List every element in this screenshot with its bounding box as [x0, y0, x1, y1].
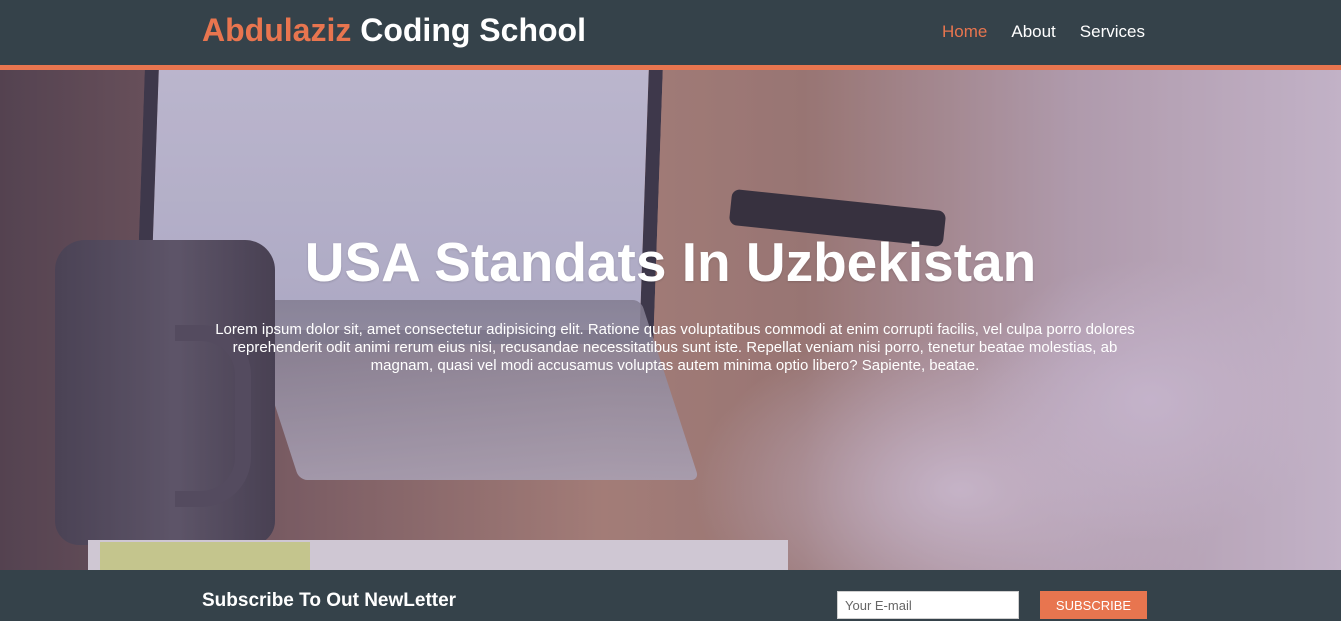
logo-rest: Coding School — [351, 12, 586, 48]
nav-services-link[interactable]: Services — [1080, 22, 1145, 42]
site-logo[interactable]: Abdulaziz Coding School — [202, 12, 586, 49]
nav-home-link[interactable]: Home — [942, 22, 987, 42]
hero-description: Lorem ipsum dolor sit, amet consectetur … — [215, 321, 1135, 374]
site-header: Abdulaziz Coding School Home About Servi… — [0, 0, 1341, 70]
newsletter-bar: Subscribe To Out NewLetter SUBSCRIBE — [0, 570, 1341, 621]
nav-about-link[interactable]: About — [1011, 22, 1055, 42]
hero-title: USA Standats In Uzbekistan — [304, 231, 1037, 293]
newsletter-email-input[interactable] — [837, 591, 1019, 619]
main-nav: Home About Services — [942, 22, 1145, 42]
hero-section: USA Standats In Uzbekistan Lorem ipsum d… — [0, 70, 1341, 570]
newsletter-title: Subscribe To Out NewLetter — [202, 590, 457, 611]
hero-overlay — [0, 70, 1341, 570]
logo-highlight: Abdulaziz — [202, 12, 352, 48]
subscribe-button[interactable]: SUBSCRIBE — [1040, 591, 1147, 619]
